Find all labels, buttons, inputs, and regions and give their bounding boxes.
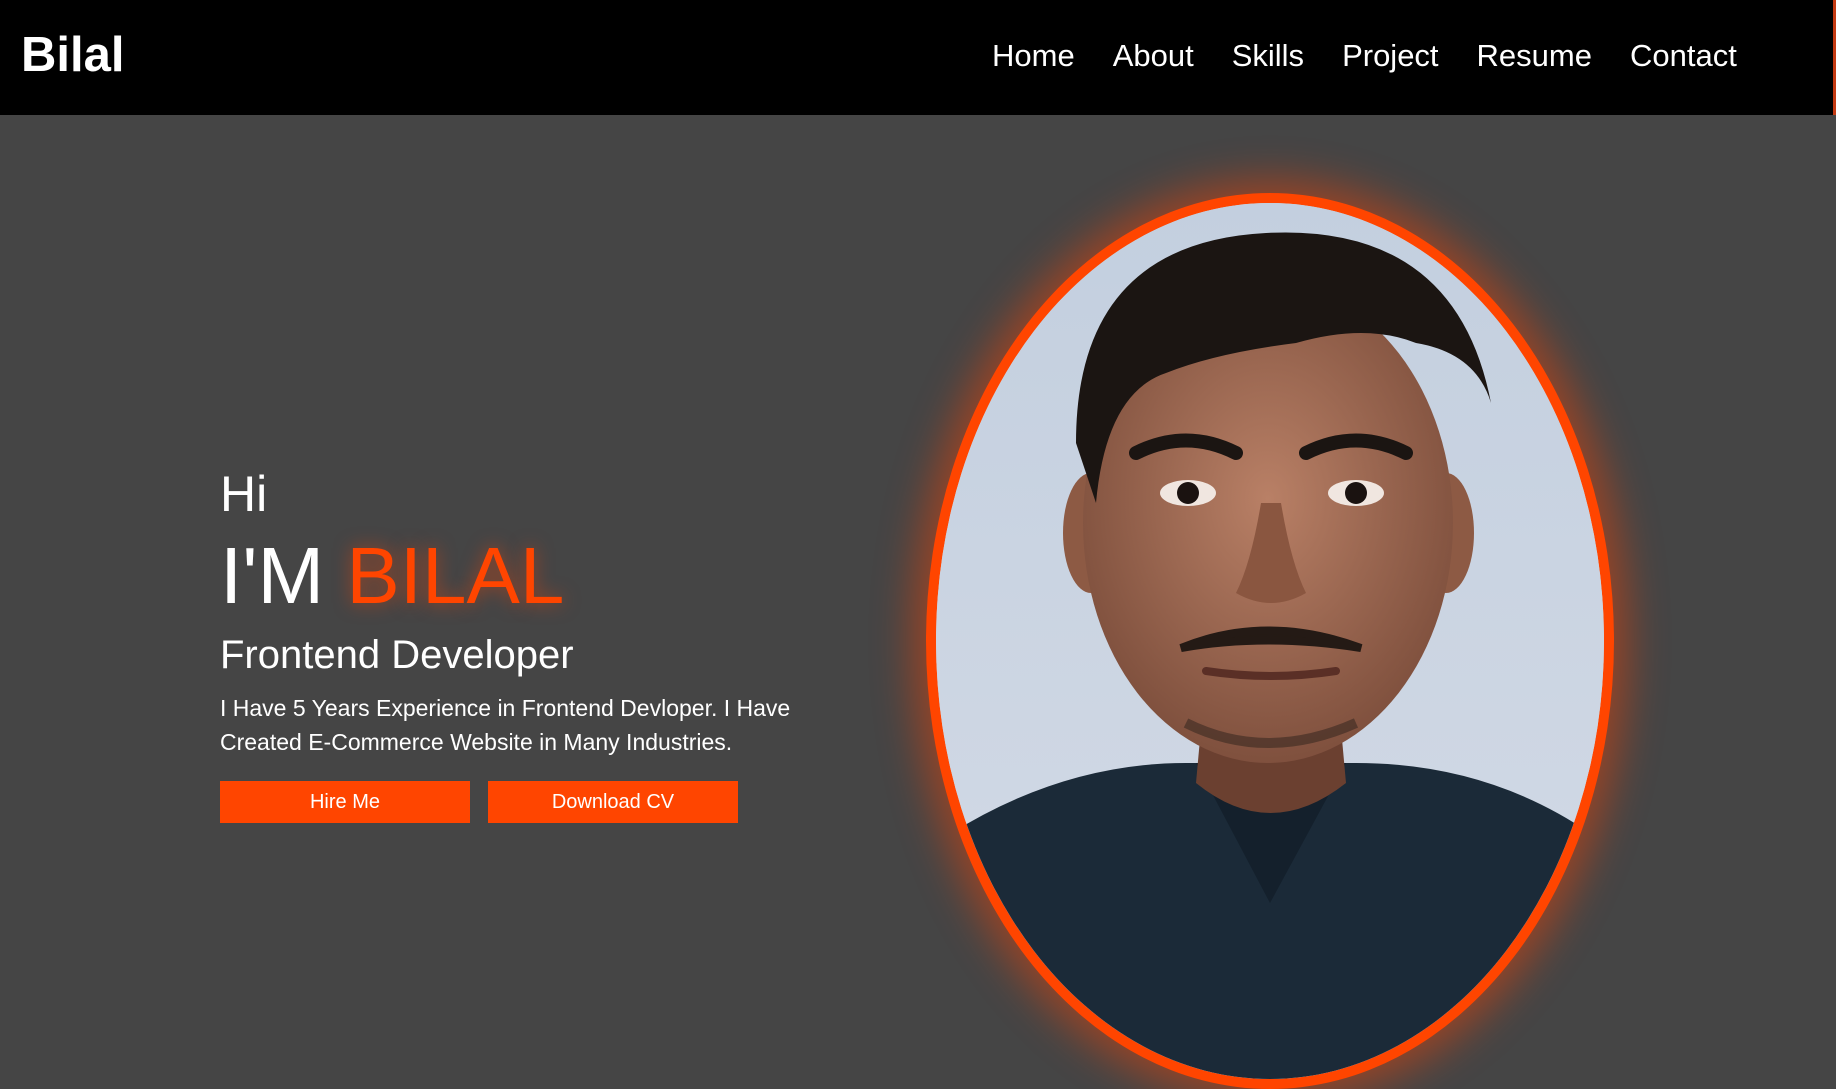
hero-greeting: Hi xyxy=(220,466,268,522)
hero-section: Hi I'M BILAL Frontend Developer I Have 5… xyxy=(0,115,1836,1089)
profile-photo-icon xyxy=(936,203,1604,1079)
nav-link-about[interactable]: About xyxy=(1113,36,1194,76)
nav-link-skills[interactable]: Skills xyxy=(1232,36,1304,76)
hero-role: Frontend Developer xyxy=(220,633,574,677)
hero-text: Hi I'M BILAL Frontend Developer I Have 5… xyxy=(220,465,820,823)
nav-link-resume[interactable]: Resume xyxy=(1477,36,1592,76)
nav-link-home[interactable]: Home xyxy=(992,36,1075,76)
nav-link-contact[interactable]: Contact xyxy=(1630,36,1737,76)
nav-link-project[interactable]: Project xyxy=(1342,36,1438,76)
headline-name: BILAL xyxy=(346,531,565,620)
hero-bio: I Have 5 Years Experience in Frontend De… xyxy=(220,695,791,755)
hero-headline: I'M BILAL xyxy=(220,533,820,619)
profile-photo-frame xyxy=(926,193,1614,1089)
headline-prefix: I'M xyxy=(220,531,325,620)
hero-buttons: Hire Me Download CV xyxy=(220,781,820,823)
hire-me-button[interactable]: Hire Me xyxy=(220,781,470,823)
download-cv-button[interactable]: Download CV xyxy=(488,781,738,823)
site-logo[interactable]: Bilal xyxy=(21,26,124,84)
navbar: Bilal Home About Skills Project Resume C… xyxy=(0,0,1833,115)
nav-links: Home About Skills Project Resume Contact xyxy=(992,36,1775,76)
